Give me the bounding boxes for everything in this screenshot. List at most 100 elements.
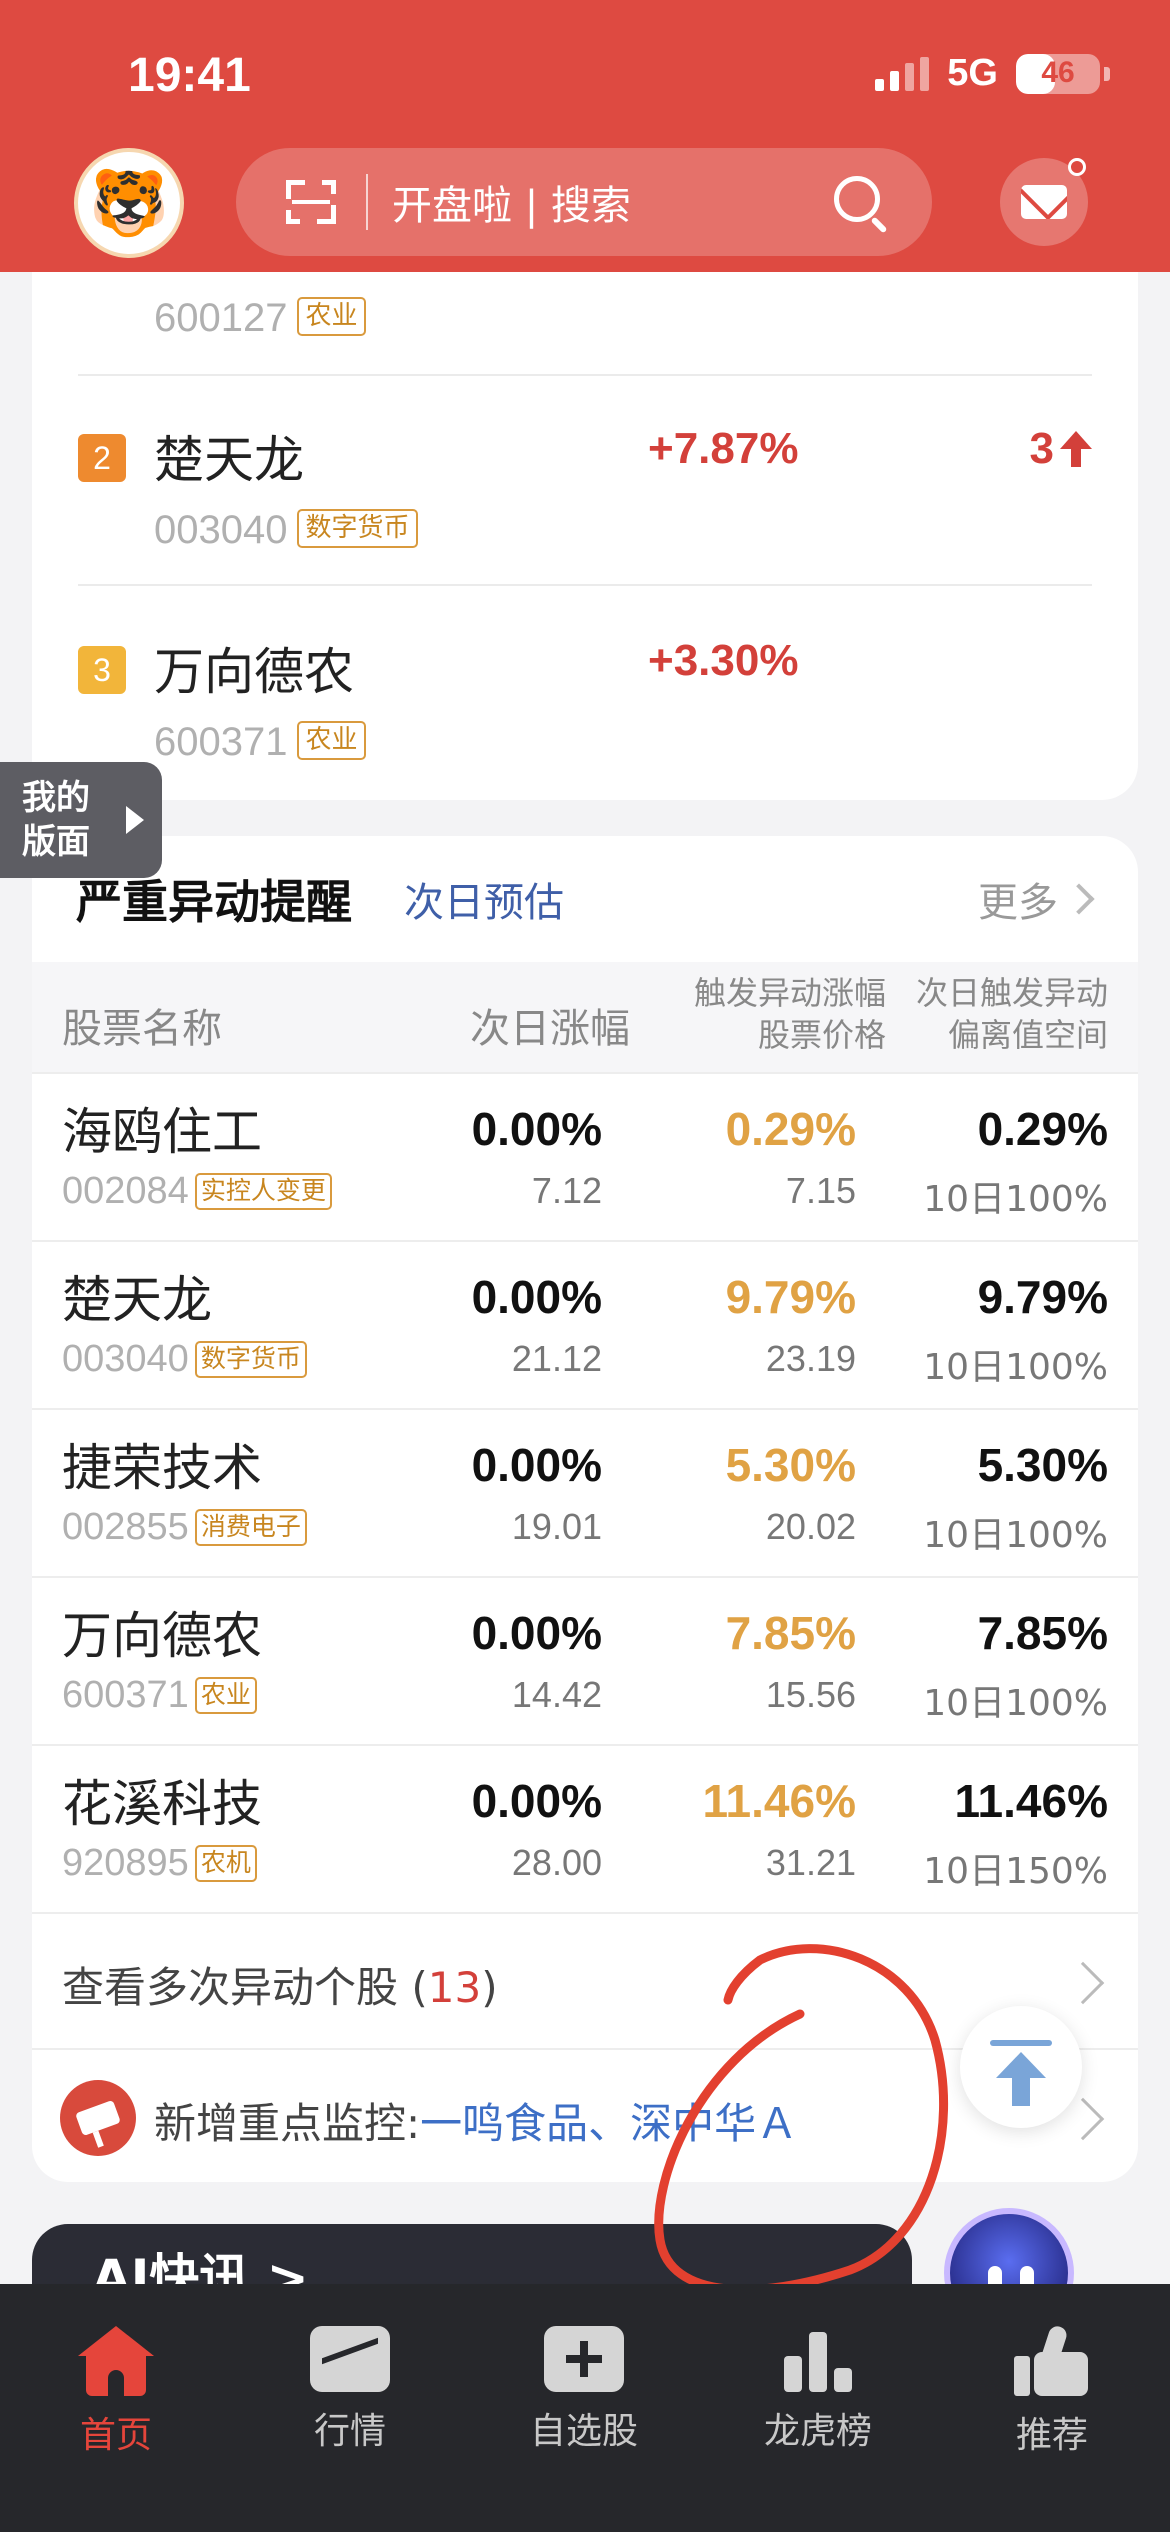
messages-button[interactable] — [1000, 158, 1088, 246]
column-stock-name: 股票名称 — [62, 1006, 222, 1052]
stock-name: 花溪科技 — [62, 1775, 262, 1833]
trigger-change: 7.85% — [725, 1607, 856, 1659]
next-day-change: 0.00% — [471, 1439, 602, 1491]
search-input[interactable]: 开盘啦 | 搜索 — [392, 173, 832, 231]
table-header: 股票名称 次日涨幅 触发异动涨幅 股票价格 次日触发异动 偏离值空间 — [32, 962, 1138, 1072]
table-row[interactable]: 捷荣技术 002855 消费电子 0.00% 19.01 5.30% 20.02 5.30% 1… — [32, 1408, 1138, 1576]
up-arrow-icon — [1060, 429, 1092, 469]
column-next-change: 次日涨幅 — [470, 1006, 630, 1052]
battery-tip — [1104, 66, 1110, 81]
multi-anomaly-label: 查看多次异动个股 (13) — [62, 1963, 498, 2012]
trigger-change: 9.79% — [725, 1271, 856, 1323]
table-row[interactable]: 花溪科技 920895 农机 0.00% 28.00 11.46% 31.21 11.46% 1… — [32, 1744, 1138, 1912]
stock-code: 600127 农业 — [154, 296, 366, 341]
nav-watchlist-label: 自选股 — [529, 2411, 638, 2452]
nav-market[interactable]: 行情 — [270, 2326, 430, 2454]
concept-tag: 数字货币 — [194, 1341, 307, 1378]
search-divider — [366, 174, 368, 230]
camera-icon — [60, 2080, 136, 2156]
current-price: 19.01 — [511, 1506, 602, 1547]
column-deviation: 次日触发异动 偏离值空间 — [915, 974, 1108, 1054]
nav-home[interactable]: 首页 — [36, 2326, 196, 2458]
chevron-right-icon — [1061, 1961, 1105, 2005]
current-price: 21.12 — [511, 1338, 602, 1379]
play-arrow-icon — [126, 806, 144, 834]
deviation-window: 10日100% — [923, 1179, 1108, 1220]
current-price: 7.12 — [531, 1170, 602, 1211]
streak-count: 3 — [1030, 424, 1092, 474]
concept-tag: 农机 — [194, 1845, 257, 1882]
more-link[interactable]: 更多 — [978, 870, 1095, 928]
stock-name: 捷荣技术 — [62, 1439, 262, 1497]
stock-name: 万向德农 — [62, 1607, 262, 1665]
nav-recommend[interactable]: 推荐 — [972, 2324, 1132, 2458]
scan-icon[interactable] — [286, 180, 336, 224]
trigger-price: 15.56 — [765, 1674, 856, 1715]
next-day-change: 0.00% — [471, 1103, 602, 1155]
scroll-to-top-button[interactable] — [960, 2006, 1082, 2128]
search-icon[interactable] — [832, 174, 888, 234]
table-row[interactable]: 万向德农 600371 农业 0.00% 14.42 7.85% 15.56 7.85% 10日… — [32, 1576, 1138, 1744]
my-layout-label: 我的版面 — [22, 778, 90, 862]
stock-code: 600371 农业 — [154, 720, 366, 765]
trend-icon — [310, 2326, 390, 2392]
column-trigger: 触发异动涨幅 股票价格 — [693, 974, 886, 1054]
to-top-icon — [990, 2040, 1052, 2046]
trigger-price: 7.15 — [785, 1170, 856, 1211]
stock-name: 楚天龙 — [62, 1271, 212, 1329]
next-day-change: 0.00% — [471, 1775, 602, 1827]
nav-dragon-tiger[interactable]: 龙虎榜 — [738, 2326, 898, 2454]
tiger-avatar-icon: 🐯 — [89, 166, 169, 241]
stock-code: 920895 农机 — [62, 1842, 257, 1885]
trigger-price: 20.02 — [765, 1506, 856, 1547]
app-header: 19:41 5G 46 🐯 开盘啦 | 搜索 — [0, 0, 1170, 272]
stock-name: 万向德农 — [154, 643, 354, 701]
current-price: 28.00 — [511, 1842, 602, 1883]
next-day-change: 0.00% — [471, 1271, 602, 1323]
unread-dot — [1068, 158, 1086, 176]
concept-tag: 农业 — [297, 296, 366, 337]
deviation-space: 0.29% — [977, 1103, 1108, 1155]
status-indicators: 5G 46 — [875, 52, 1110, 95]
trigger-change: 5.30% — [725, 1439, 856, 1491]
nav-home-label: 首页 — [79, 2415, 152, 2456]
concept-tag: 消费电子 — [194, 1509, 307, 1546]
concept-tag: 农业 — [297, 720, 366, 761]
stock-code: 002084 实控人变更 — [62, 1170, 332, 1213]
trigger-change: 0.29% — [725, 1103, 856, 1155]
battery-percent: 46 — [1041, 55, 1075, 89]
my-layout-tab[interactable]: 我的版面 — [0, 762, 162, 878]
multi-anomaly-count: 13 — [427, 1963, 482, 2012]
key-monitor-label: 新增重点监控:一鸣食品、深中华Ａ — [154, 2099, 799, 2148]
trigger-change: 11.46% — [702, 1775, 856, 1827]
divider — [78, 374, 1092, 376]
avatar[interactable]: 🐯 — [74, 148, 184, 258]
stock-code: 003040 数字货币 — [62, 1338, 307, 1381]
stock-name: 楚天龙 — [154, 431, 304, 489]
ranking-card: 600127 农业 2 楚天龙 003040 数字货币 +7.87% 3 3 万向德… — [32, 240, 1138, 800]
table-row[interactable]: 海鸥住工 002084 实控人变更 0.00% 7.12 0.29% 7.15 0.29% 10… — [32, 1072, 1138, 1240]
change-percent: +7.87% — [648, 424, 799, 473]
deviation-space: 7.85% — [977, 1607, 1108, 1659]
deviation-window: 10日100% — [923, 1515, 1108, 1556]
concept-tag: 农业 — [194, 1677, 257, 1714]
trigger-price: 23.19 — [765, 1338, 856, 1379]
deviation-window: 10日100% — [923, 1683, 1108, 1724]
divider — [78, 584, 1092, 586]
deviation-space: 11.46% — [954, 1775, 1108, 1827]
nav-dragon-tiger-label: 龙虎榜 — [763, 2411, 872, 2452]
deviation-space: 9.79% — [977, 1271, 1108, 1323]
thumbs-up-icon — [1014, 2324, 1090, 2396]
home-icon — [78, 2326, 154, 2396]
stock-code: 003040 数字货币 — [154, 508, 418, 553]
stock-code: 600371 农业 — [62, 1674, 257, 1717]
bottom-navigation: 首页 行情 自选股 龙虎榜 推荐 — [0, 2284, 1170, 2532]
signal-icon — [875, 56, 930, 91]
nav-watchlist[interactable]: 自选股 — [504, 2326, 664, 2454]
table-row[interactable]: 楚天龙 003040 数字货币 0.00% 21.12 9.79% 23.19 9.79% 10… — [32, 1240, 1138, 1408]
concept-tag: 数字货币 — [297, 508, 418, 549]
multi-anomaly-link[interactable]: 查看多次异动个股 (13) — [32, 1912, 1138, 2048]
current-price: 14.42 — [511, 1674, 602, 1715]
deviation-space: 5.30% — [977, 1439, 1108, 1491]
search-bar[interactable]: 开盘啦 | 搜索 — [236, 148, 932, 256]
